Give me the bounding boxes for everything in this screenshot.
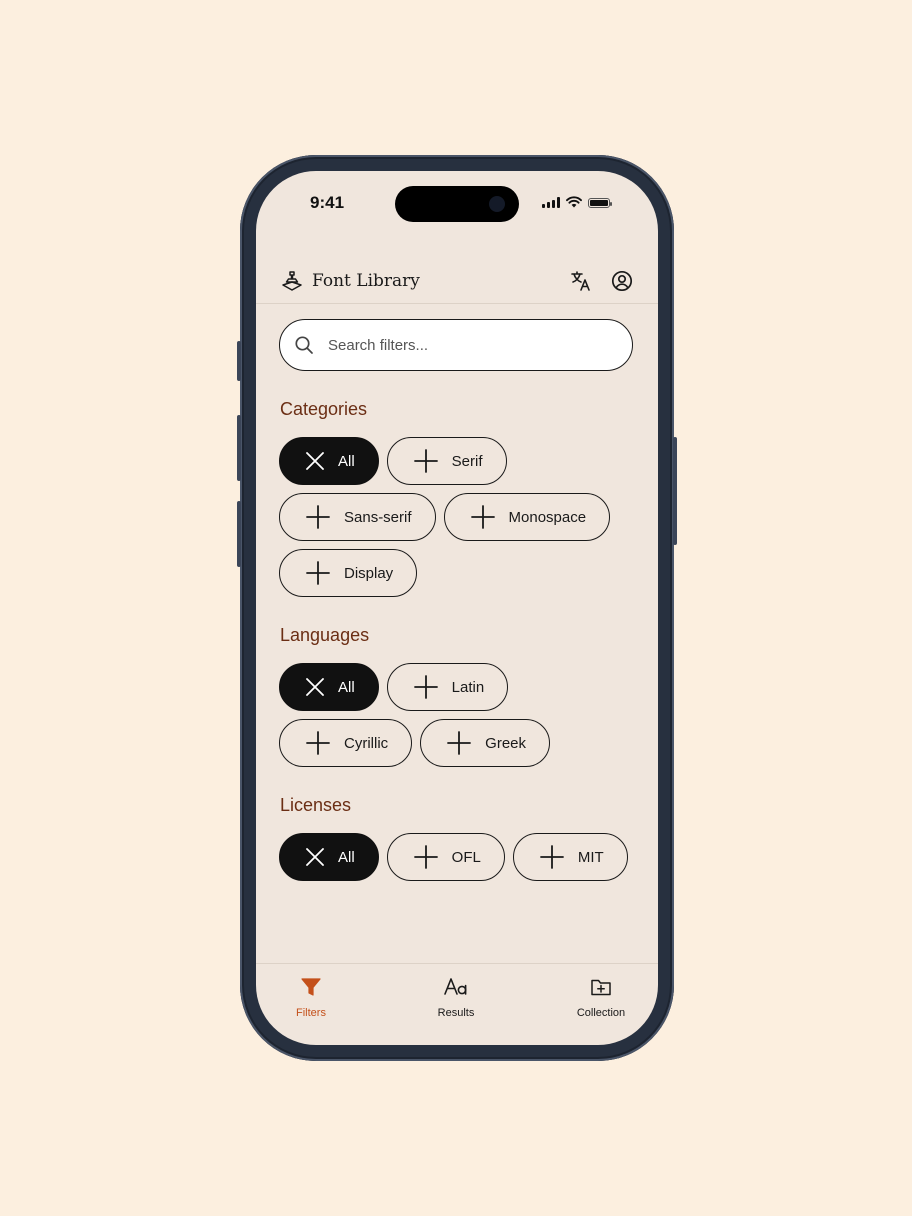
close-icon [306,452,324,470]
chip-category-display[interactable]: Display [279,549,418,597]
chip-language-greek[interactable]: Greek [420,719,551,767]
categories-chips: All Serif Sans-serif Monospace Display [279,437,639,597]
tab-filters[interactable]: Filters [261,976,361,1019]
chip-label: All [338,452,355,470]
plus-icon [306,731,330,755]
stamp-logo-icon [282,271,302,291]
app-title: Font Library [312,271,420,291]
languages-chips: All Latin Cyrillic Greek [279,663,639,767]
chip-label: Monospace [508,508,587,526]
tab-label-results: Results [437,1007,475,1019]
bottom-tab-bar: Filters Results Collection [256,963,658,1045]
chip-license-all[interactable]: All [279,833,379,881]
licenses-title: Licenses [280,795,352,815]
font-aa-icon [444,978,467,995]
chip-label: MIT [577,848,604,866]
chip-category-all[interactable]: All [279,437,379,485]
volume-down-button [237,501,241,567]
plus-icon [413,845,438,869]
wifi-icon [566,196,582,208]
categories-title: Categories [280,399,368,419]
camera-icon [489,196,505,212]
search-input[interactable] [326,335,632,355]
folder-plus-icon [591,979,611,996]
chip-label: OFL [451,848,481,866]
close-icon [306,678,324,696]
plus-icon [306,505,330,529]
tab-collection[interactable]: Collection [551,976,651,1019]
search-icon [295,336,313,354]
translate-button[interactable] [569,269,593,293]
tab-label-collection: Collection [576,1007,626,1019]
chip-category-monospace[interactable]: Monospace [443,493,611,541]
chip-label: All [338,848,355,866]
dynamic-island [395,186,519,222]
status-icons [542,196,612,208]
phone-frame: 9:41 Font Library Search filters... Cate… [237,155,677,1061]
plus-icon [470,505,495,529]
chip-label: Display [344,564,394,582]
languages-title: Languages [280,625,370,645]
status-time: 9:41 [310,193,345,212]
chip-category-serif[interactable]: Serif [386,437,507,485]
close-icon [306,848,324,866]
cellular-signal-icon [542,197,560,208]
chip-label: Greek [485,734,527,752]
licenses-chips: All OFL MIT [279,833,639,881]
account-button[interactable] [610,269,634,293]
chip-license-ofl[interactable]: OFL [386,833,505,881]
chip-license-mit[interactable]: MIT [512,833,628,881]
chip-label: Serif [451,452,483,470]
tab-results[interactable]: Results [406,976,506,1019]
tab-label-filters: Filters [296,1007,326,1019]
chip-label: Latin [451,678,485,696]
search-bar[interactable] [279,319,633,371]
plus-icon [539,845,564,869]
chip-label: Sans-serif [344,508,412,526]
chip-label: All [338,678,355,696]
battery-icon [588,198,612,208]
translate-icon [571,271,590,291]
chip-language-latin[interactable]: Latin [386,663,509,711]
account-circle-icon [611,270,633,292]
plus-icon [413,449,438,473]
brand: Font Library [280,269,420,293]
app-bar: Font Library [256,255,658,304]
plus-icon [413,675,438,699]
plus-icon [447,731,472,755]
power-button [673,437,677,545]
volume-up-button [237,415,241,481]
chip-label: Cyrillic [344,734,389,752]
plus-icon [306,561,330,585]
chip-category-sans-serif[interactable]: Sans-serif [279,493,436,541]
chip-language-cyrillic[interactable]: Cyrillic [279,719,413,767]
screen: 9:41 Font Library Search filters... Cate… [256,171,658,1045]
filter-funnel-icon [301,978,321,996]
chip-language-all[interactable]: All [279,663,379,711]
action-button [237,341,241,381]
